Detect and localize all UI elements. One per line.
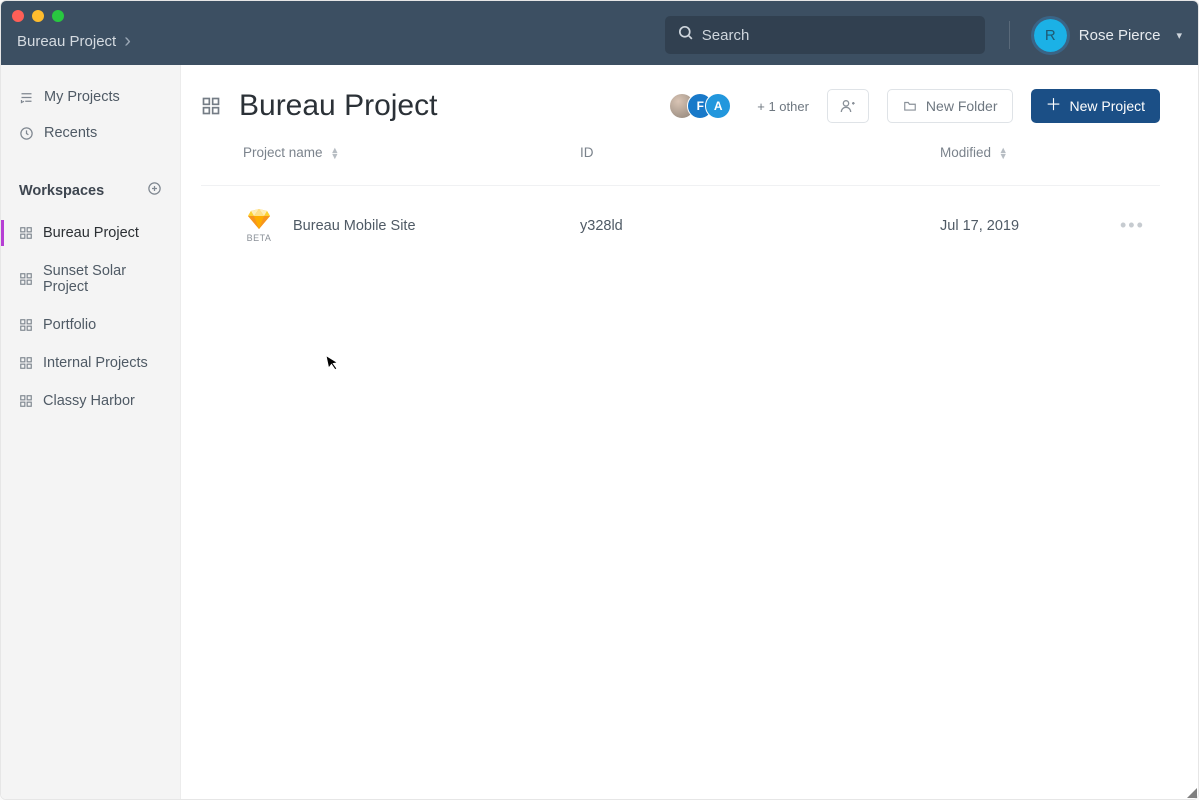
- col-header-name[interactable]: Project name ▲▼: [243, 145, 580, 160]
- search-icon: [677, 24, 694, 46]
- col-header-modified[interactable]: Modified ▲▼: [940, 145, 1120, 160]
- new-folder-button[interactable]: New Folder: [887, 89, 1013, 123]
- resize-handle[interactable]: [1187, 788, 1197, 798]
- project-modified: Jul 17, 2019: [940, 218, 1120, 234]
- chevron-down-icon: ▾: [1176, 29, 1182, 42]
- file-type-badge: BETA: [243, 208, 275, 243]
- sidebar-item-label: Sunset Solar Project: [43, 263, 162, 295]
- project-name: Bureau Mobile Site: [293, 218, 416, 234]
- add-user-icon: [840, 98, 856, 114]
- sidebar: My Projects Recents Workspaces Bureau Pr…: [1, 65, 181, 799]
- search-input[interactable]: [702, 27, 973, 44]
- close-window-button[interactable]: [12, 10, 24, 22]
- sidebar-item-label: My Projects: [44, 89, 120, 105]
- user-menu[interactable]: R Rose Pierce ▾: [1034, 19, 1182, 52]
- sidebar-item-label: Internal Projects: [43, 355, 148, 371]
- grid-icon[interactable]: [201, 96, 221, 116]
- main-panel: Bureau Project FA + 1 other New Folder ＋…: [181, 65, 1198, 799]
- project-id: y328ld: [580, 218, 940, 234]
- page-title: Bureau Project: [239, 89, 437, 123]
- grid-icon: [19, 226, 33, 240]
- grid-icon: [19, 356, 33, 370]
- sidebar-workspace-item[interactable]: Bureau Project: [1, 214, 180, 252]
- sidebar-item-label: Classy Harbor: [43, 393, 135, 409]
- sidebar-item-label: Portfolio: [43, 317, 96, 333]
- add-user-button[interactable]: [827, 89, 869, 123]
- grid-icon: [19, 318, 33, 332]
- add-workspace-button[interactable]: [147, 181, 162, 200]
- sidebar-workspace-item[interactable]: Classy Harbor: [1, 382, 180, 420]
- grid-icon: [19, 272, 33, 286]
- button-label: New Project: [1070, 98, 1145, 114]
- user-name-label: Rose Pierce: [1079, 27, 1161, 44]
- clock-icon: [19, 126, 34, 141]
- beta-label: BETA: [247, 233, 272, 243]
- button-label: New Folder: [926, 98, 998, 114]
- breadcrumb-label: Bureau Project: [17, 33, 116, 50]
- chevron-right-icon: [120, 30, 131, 53]
- grid-icon: [19, 394, 33, 408]
- avatar: A: [705, 93, 731, 119]
- shared-with-more-label[interactable]: + 1 other: [757, 99, 809, 114]
- titlebar: Bureau Project R Rose Pierce ▾: [1, 1, 1198, 65]
- app-window: Bureau Project R Rose Pierce ▾ My Projec…: [0, 0, 1199, 800]
- sidebar-workspace-item[interactable]: Portfolio: [1, 306, 180, 344]
- sidebar-section-label: Workspaces: [19, 183, 104, 199]
- page-header: Bureau Project FA + 1 other New Folder ＋…: [201, 89, 1160, 123]
- row-actions-button[interactable]: •••: [1120, 215, 1160, 236]
- new-project-button[interactable]: ＋ New Project: [1031, 89, 1160, 123]
- sidebar-item-label: Recents: [44, 125, 97, 141]
- sidebar-item-label: Bureau Project: [43, 225, 139, 241]
- plus-icon: ＋: [1046, 98, 1062, 114]
- maximize-window-button[interactable]: [52, 10, 64, 22]
- window-controls: [12, 10, 64, 22]
- sidebar-section-workspaces: Workspaces: [1, 171, 180, 210]
- list-icon: [19, 90, 34, 105]
- minimize-window-button[interactable]: [32, 10, 44, 22]
- sort-icon: ▲▼: [999, 147, 1008, 159]
- breadcrumb[interactable]: Bureau Project: [17, 30, 131, 53]
- user-avatar: R: [1034, 19, 1067, 52]
- sidebar-workspace-item[interactable]: Internal Projects: [1, 344, 180, 382]
- sketch-icon: [247, 208, 271, 230]
- shared-with-avatars[interactable]: FA: [669, 93, 731, 119]
- folder-icon: [902, 99, 918, 113]
- separator: [1009, 21, 1010, 49]
- col-header-id[interactable]: ID: [580, 145, 940, 160]
- sidebar-workspace-item[interactable]: Sunset Solar Project: [1, 252, 180, 306]
- sidebar-item-recents[interactable]: Recents: [1, 115, 180, 151]
- table-row[interactable]: BETA Bureau Mobile Site y328ldJul 17, 2019…: [201, 185, 1160, 265]
- sort-icon: ▲▼: [330, 147, 339, 159]
- table-header: Project name ▲▼ ID Modified ▲▼: [201, 141, 1160, 179]
- sidebar-item-my-projects[interactable]: My Projects: [1, 79, 180, 115]
- search-box[interactable]: [665, 16, 985, 54]
